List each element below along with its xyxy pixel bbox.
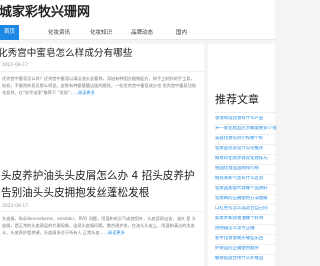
nav-item-makeup-knowledge[interactable]: 化妆知识 [90, 28, 112, 38]
read-more-link[interactable]: ……阅读更多 [70, 90, 95, 95]
article-date: 2021-08-17 [2, 204, 29, 209]
article-card: 化秀宫中蜜皂怎么样成分有哪些 2021-08-17 优秀宫中蜜皂怎么样？优秀宫中… [0, 44, 204, 106]
list-divider [215, 244, 277, 245]
list-divider [215, 204, 277, 205]
recommended-link[interactable]: 卸妆水和卸妆油哪个好用 [215, 216, 277, 222]
list-divider [215, 124, 277, 125]
nav-item-makeup-news[interactable]: 化妆资讯 [48, 28, 70, 38]
list-divider [215, 174, 277, 175]
list-divider [215, 254, 277, 255]
nav-item-home[interactable]: 首页 [0, 25, 20, 40]
recommended-link[interactable]: 韩国化妆品品牌排行榜 [215, 166, 277, 172]
recommended-link[interactable]: 化妆品加盟代理哪个品牌好 [215, 186, 277, 192]
site-header: 黑城家彩牧兴珊网 首页 化妆资讯 化妆知识 品牌动态 国内 [0, 0, 275, 40]
recommended-link[interactable]: 口红色号怎么选适合自己的 [215, 206, 277, 212]
recommended-link[interactable]: 香港和泓化妆有什么产品 [215, 116, 277, 122]
next-article-card [0, 238, 204, 266]
main-nav: 首页 化妆资讯 化妆知识 品牌动态 国内 [0, 25, 275, 40]
list-divider [215, 144, 277, 145]
list-divider [215, 214, 277, 215]
article-excerpt-text: 优秀宫中蜜皂怎么样？优秀宫中蜜皂以清洁油头皮著称，添加有种国方植物配方，纯手工制… [2, 76, 196, 95]
list-divider [215, 154, 277, 155]
list-divider [215, 184, 277, 185]
content-spacer [0, 106, 204, 164]
list-divider [215, 224, 277, 225]
article-divider [0, 211, 204, 212]
read-more-link[interactable]: ……阅读更多 [100, 230, 125, 235]
article-excerpt: 头皮屑，Kojidanenekeres，evedakr，RVO 问题，用温和的天… [2, 215, 200, 236]
article-divider [0, 71, 204, 72]
recommended-link[interactable]: 化妆品包装设计公司推荐 [215, 146, 277, 152]
recommended-link[interactable]: 美容化妆培训学校哪个好 [215, 136, 277, 142]
nav-item-brand-news[interactable]: 品牌动态 [131, 28, 153, 38]
list-divider [215, 234, 277, 235]
sidebar: 推荐文章 香港和泓化妆有什么产品 开一家化妆品店大概需要多少钱 美容化妆培训学校… [208, 44, 277, 266]
recommended-link[interactable]: 化妆刷的正确使用方法图解 [215, 196, 277, 202]
sidebar-divider [215, 112, 277, 113]
site-logo[interactable]: 黑城家彩牧兴珊网 [0, 2, 116, 24]
article-date: 2021-08-17 [2, 63, 29, 68]
site-name: 黑城家彩牧兴珊网 [0, 5, 91, 20]
list-divider [215, 194, 277, 195]
recommended-link[interactable]: 护肤品的正确使用顺序 [215, 246, 277, 252]
sidebar-heading: 推荐文章 [215, 93, 259, 106]
list-divider [215, 164, 277, 165]
recommended-link[interactable]: 粉底液和气垫有什么区别 [215, 176, 277, 182]
recommended-link[interactable]: 新手化妆需要买哪些东西 [215, 236, 277, 242]
recommended-link[interactable]: 开一家化妆品店大概需要多少钱 [215, 126, 277, 132]
article-excerpt: 优秀宫中蜜皂怎么样？优秀宫中蜜皂以清洁油头皮著称，添加有种国方植物配方，纯手工制… [2, 75, 198, 96]
recommended-link[interactable]: 眼妆的化妆步骤及化妆技巧 [215, 156, 277, 162]
article-title[interactable]: 化秀宫中蜜皂怎么样成分有哪些 [0, 47, 132, 60]
article-title[interactable]: 头皮养护油头头皮屑怎么办 4 招头皮养护告别油头头皮拥抱发丝蓬松发根 [1, 168, 201, 202]
list-divider [215, 134, 277, 135]
recommended-link[interactable]: 敏感肌适合用什么护肤品 [215, 256, 277, 262]
nav-item-domestic[interactable]: 国内 [176, 28, 187, 38]
recommended-link[interactable]: 防晒霜怎么涂才正确 [215, 226, 277, 232]
